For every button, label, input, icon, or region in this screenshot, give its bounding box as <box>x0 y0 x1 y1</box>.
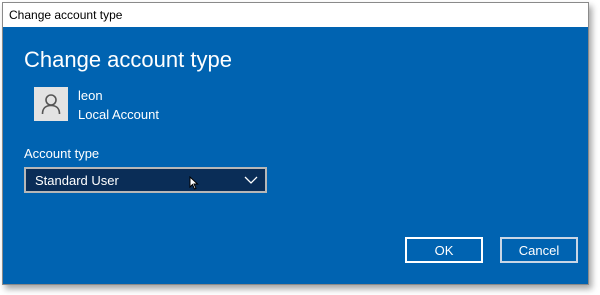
account-type-dropdown[interactable]: Standard User <box>24 167 267 193</box>
window-title: Change account type <box>9 8 123 22</box>
person-icon <box>41 94 61 115</box>
close-button[interactable] <box>548 3 588 27</box>
account-type-label: Account type <box>24 146 100 161</box>
user-name: leon <box>78 88 103 103</box>
chevron-down-icon <box>244 176 258 184</box>
mouse-pointer-icon <box>189 176 199 190</box>
dialog-content: Change account type leon Local Account A… <box>3 27 588 284</box>
avatar <box>34 87 68 121</box>
account-type-selected-value: Standard User <box>35 173 119 188</box>
ok-button[interactable]: OK <box>405 237 483 263</box>
page-title: Change account type <box>24 47 232 72</box>
cancel-button[interactable]: Cancel <box>500 237 578 263</box>
change-account-type-window: Change account type Change account type … <box>2 2 589 285</box>
title-bar: Change account type <box>3 3 588 27</box>
user-account-type: Local Account <box>78 107 159 122</box>
